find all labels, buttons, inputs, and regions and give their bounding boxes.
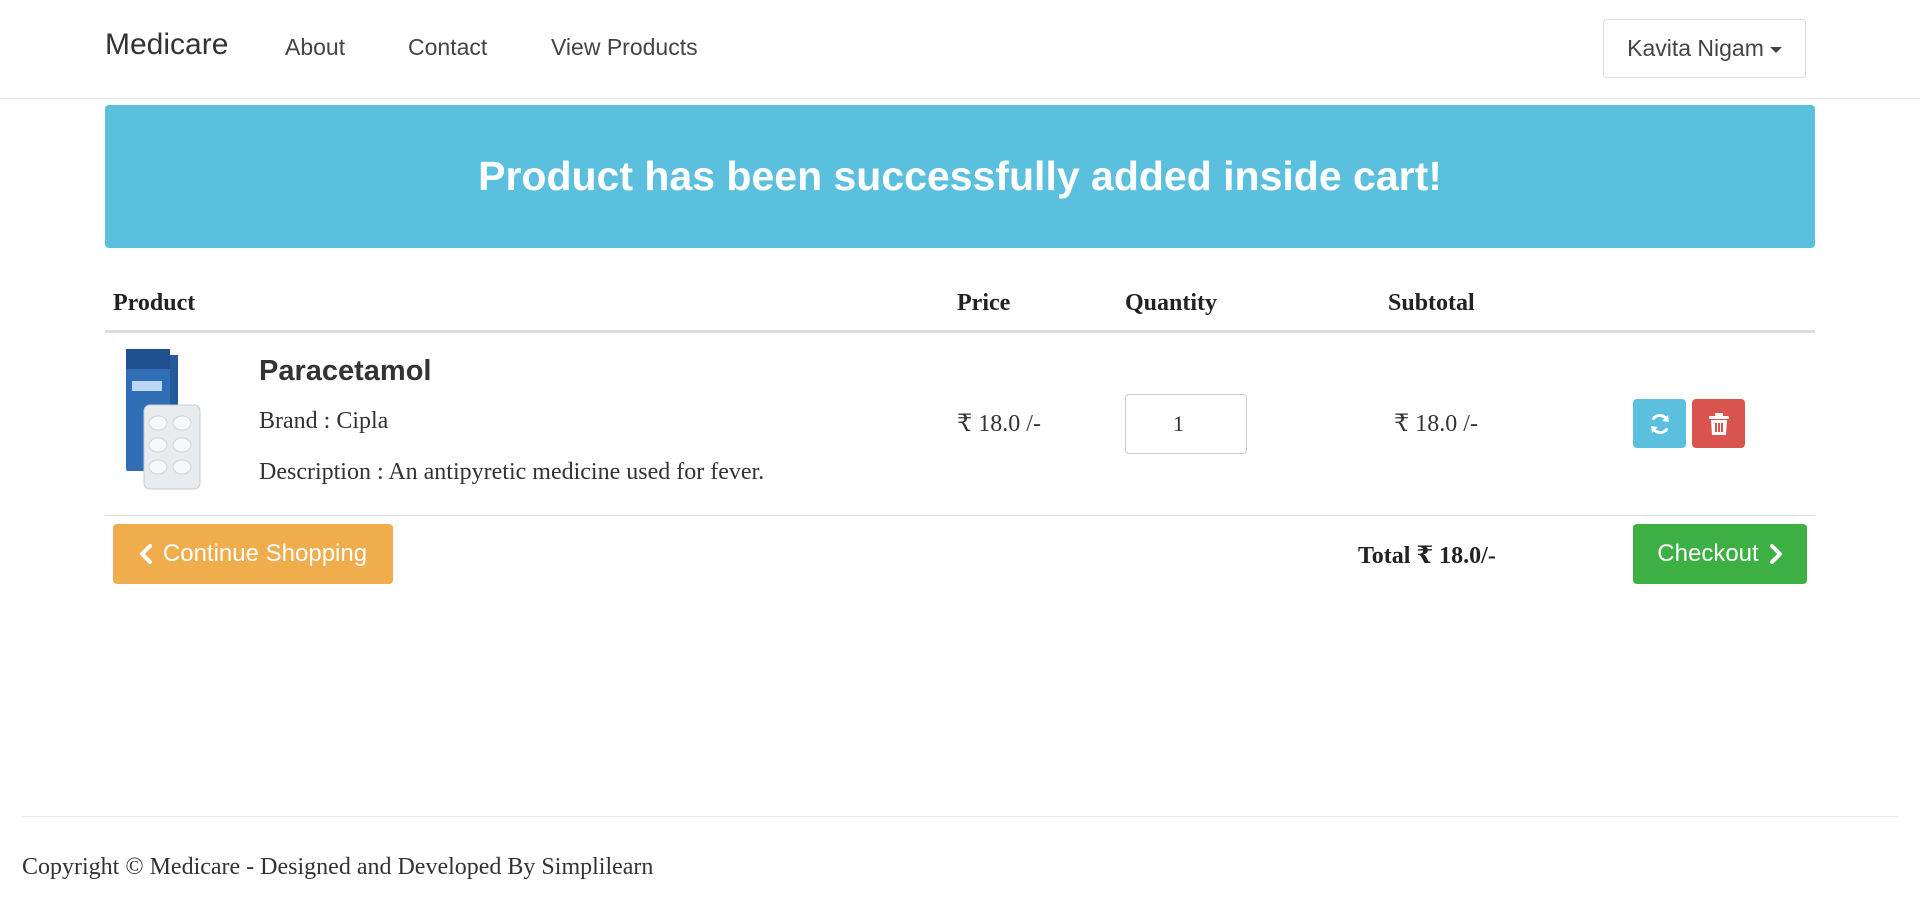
alert-message: Product has been successfully added insi…: [478, 153, 1442, 199]
chevron-left-icon: [139, 544, 152, 564]
header-subtotal: Subtotal: [1388, 290, 1475, 316]
nav-view-products[interactable]: View Products: [551, 34, 698, 61]
header-quantity: Quantity: [1125, 290, 1218, 316]
delete-button[interactable]: [1692, 399, 1745, 448]
product-name: Paracetamol: [259, 355, 432, 387]
update-button[interactable]: [1633, 399, 1686, 448]
continue-shopping-label: Continue Shopping: [162, 540, 368, 567]
header-price: Price: [957, 290, 1011, 316]
checkout-label: Checkout: [1657, 540, 1759, 567]
user-name: Kavita Nigam: [1627, 35, 1764, 61]
table-row: Paracetamol Brand : Cipla Description : …: [105, 333, 1815, 516]
trash-icon: [1708, 412, 1729, 435]
nav-about[interactable]: About: [285, 34, 345, 61]
product-subtotal: ₹ 18.0 /-: [1394, 411, 1478, 437]
checkout-button[interactable]: Checkout: [1633, 524, 1807, 584]
cart-actions: Continue Shopping Total ₹ 18.0/- Checkou…: [105, 524, 1815, 584]
refresh-icon: [1650, 413, 1669, 434]
navbar: Medicare About Contact View Products Kav…: [0, 0, 1920, 99]
caret-down-icon: [1769, 46, 1782, 53]
continue-shopping-button[interactable]: Continue Shopping: [113, 524, 393, 584]
footer-divider: [22, 816, 1898, 817]
nav-contact[interactable]: Contact: [408, 34, 487, 61]
quantity-input[interactable]: [1125, 394, 1247, 454]
success-alert: Product has been successfully added insi…: [105, 105, 1815, 248]
copyright-text: Copyright © Medicare - Designed and Deve…: [22, 854, 654, 880]
brand-link[interactable]: Medicare: [105, 28, 228, 62]
product-description: Description : An antipyretic medicine us…: [259, 459, 765, 485]
product-image: [126, 349, 201, 490]
header-product: Product: [113, 290, 196, 316]
product-price: ₹ 18.0 /-: [957, 411, 1041, 437]
user-dropdown[interactable]: Kavita Nigam: [1603, 19, 1806, 78]
chevron-right-icon: [1769, 544, 1782, 564]
product-brand: Brand : Cipla: [259, 408, 389, 434]
cart-total: Total ₹ 18.0/-: [1358, 543, 1496, 569]
